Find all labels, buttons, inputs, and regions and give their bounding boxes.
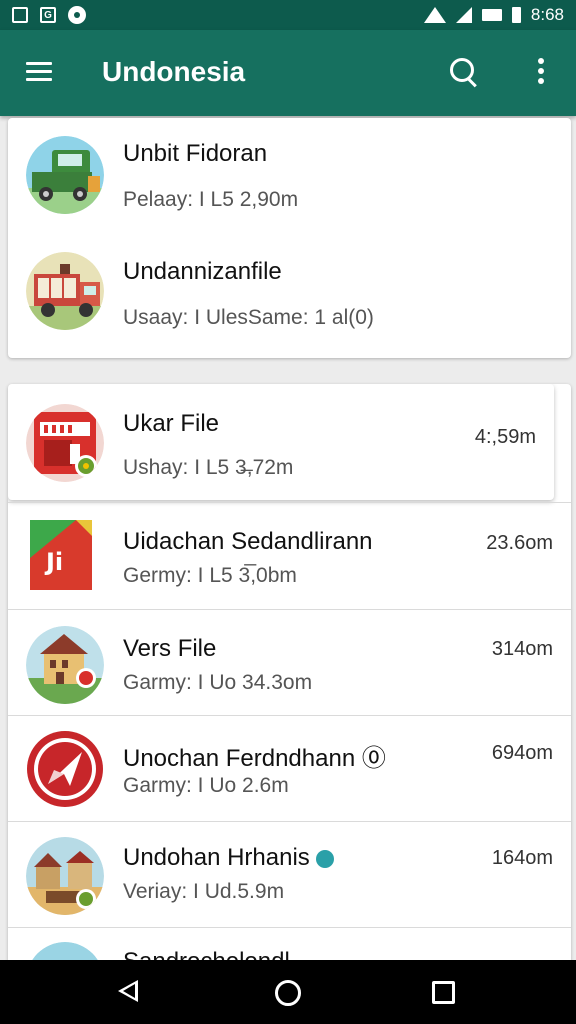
status-bar: G 8:68 <box>0 0 576 30</box>
item-title-text: Undohan Hrhanis <box>123 844 310 871</box>
store-thumbnail-icon <box>26 404 104 482</box>
list-item[interactable]: Ji Uidachan Sedandlirann Germy: I L5 3̅,… <box>8 503 571 608</box>
item-title: Vers File <box>123 635 217 662</box>
item-subtitle: Garmy: I Uo 34.3om <box>123 671 313 694</box>
recent-apps-icon[interactable] <box>432 981 455 1004</box>
item-size: 164om <box>491 847 553 869</box>
item-size: 4:,59m <box>474 426 536 448</box>
item-title: Ukar File <box>123 410 220 437</box>
item-subtitle: Veriay: I Ud.5.9m <box>123 880 285 903</box>
list-item[interactable]: Unbit Fidoran Pelaay: I L5 2,90m <box>8 118 571 236</box>
item-subtitle: Pelaay: I L5 2,90m <box>123 188 299 211</box>
battery-icon <box>481 9 502 21</box>
list-item[interactable]: Undannizanfile Usaay: I UlesSame: 1 al(0… <box>8 236 571 354</box>
record-notification-icon <box>68 6 86 24</box>
file-list-card: Ukar File Ushay: I L5 3̶,72m 4:,59m Ji U… <box>8 384 571 984</box>
list-item[interactable]: Vers File Garmy: I Uo 34.3om 314om <box>8 610 571 715</box>
google-notification-icon: G <box>40 7 56 23</box>
svg-text:Ji: Ji <box>44 548 63 576</box>
navigation-bar <box>0 960 576 1024</box>
item-title: Unbit Fidoran <box>123 140 268 167</box>
signal-icon <box>455 7 472 23</box>
document-thumbnail-icon: Ji <box>26 518 102 594</box>
item-size: 23.6om <box>486 532 553 554</box>
search-icon[interactable] <box>450 58 480 88</box>
recent-files-card: Unbit Fidoran Pelaay: I L5 2,90m Undanni… <box>8 118 571 358</box>
status-time: 8:68 <box>530 5 564 24</box>
item-size: 694om <box>491 742 553 764</box>
more-vert-icon[interactable] <box>536 58 546 88</box>
item-subtitle: Garmy: I Uo 2.6m <box>123 774 289 797</box>
plane-thumbnail-icon <box>26 730 104 808</box>
app-title: Undonesia <box>102 56 246 87</box>
app-bar: Undonesia <box>0 30 576 116</box>
verified-icon <box>315 849 334 868</box>
village-thumbnail-icon <box>26 837 104 915</box>
item-subtitle: Germy: I L5 3̅,0bm <box>123 564 297 587</box>
item-title: Undannizanfile <box>123 258 282 285</box>
list-item[interactable]: Unochan Ferdndhann ⓪ Garmy: I Uo 2.6m 69… <box>8 716 571 821</box>
menu-icon[interactable] <box>26 62 52 82</box>
home-icon[interactable] <box>275 980 301 1006</box>
truck-thumbnail-icon <box>26 136 104 214</box>
list-item[interactable]: Undohan Hrhanis Veriay: I Ud.5.9m 164om <box>8 822 571 927</box>
house-thumbnail-icon <box>26 626 104 704</box>
image-notification-icon <box>12 7 28 23</box>
item-subtitle: Usaay: I UlesSame: 1 al(0) <box>123 306 374 329</box>
item-title: Undohan Hrhanis <box>123 844 334 872</box>
item-title: Uidachan Sedandlirann <box>123 528 373 555</box>
back-icon[interactable] <box>118 980 138 1002</box>
item-title: Unochan Ferdndhann ⓪ <box>123 745 386 772</box>
van-thumbnail-icon <box>26 252 104 330</box>
list-item-selected[interactable]: Ukar File Ushay: I L5 3̶,72m 4:,59m <box>8 384 554 500</box>
battery-level-icon <box>511 7 521 23</box>
item-subtitle: Ushay: I L5 3̶,72m <box>123 456 294 479</box>
item-size: 314om <box>491 638 553 660</box>
wifi-icon <box>423 7 446 23</box>
